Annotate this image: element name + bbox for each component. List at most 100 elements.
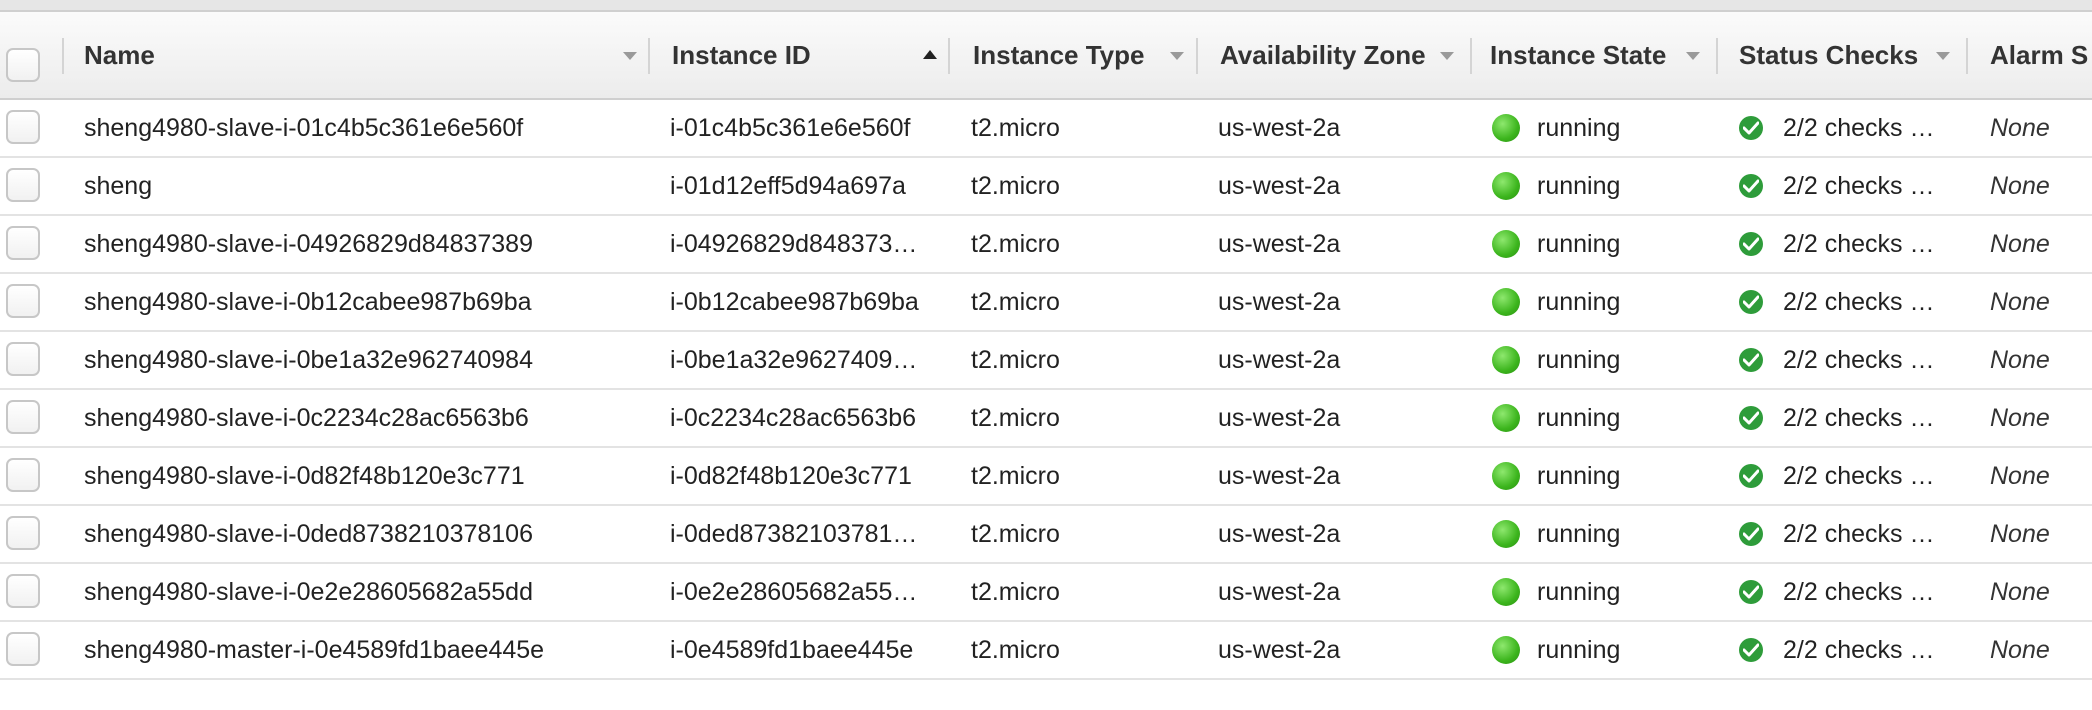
green-status-dot-icon bbox=[1492, 114, 1520, 142]
status-checks[interactable]: 2/2 checks … bbox=[1783, 216, 1958, 272]
column-separator[interactable] bbox=[1196, 38, 1198, 74]
alarm-status[interactable]: None bbox=[1990, 158, 2092, 214]
column-header-label: Instance ID bbox=[672, 39, 811, 70]
table-row[interactable]: sheng4980-slave-i-0be1a32e962740984 i-0b… bbox=[0, 332, 2092, 390]
alarm-status[interactable]: None bbox=[1990, 332, 2092, 388]
alarm-status[interactable]: None bbox=[1990, 216, 2092, 272]
column-separator[interactable] bbox=[948, 38, 950, 74]
chevron-down-icon[interactable] bbox=[1936, 52, 1950, 60]
green-status-dot-icon bbox=[1492, 578, 1520, 606]
green-status-dot-icon bbox=[1492, 172, 1520, 200]
row-select-checkbox[interactable] bbox=[6, 574, 40, 608]
column-header-instance-type[interactable]: Instance Type bbox=[973, 12, 1144, 98]
row-select-checkbox[interactable] bbox=[6, 342, 40, 376]
table-body: sheng4980-slave-i-01c4b5c361e6e560f i-01… bbox=[0, 100, 2092, 680]
column-header-instance-id[interactable]: Instance ID bbox=[672, 12, 811, 98]
row-select-checkbox[interactable] bbox=[6, 110, 40, 144]
table-row[interactable]: sheng4980-slave-i-04926829d84837389 i-04… bbox=[0, 216, 2092, 274]
status-checks[interactable]: 2/2 checks … bbox=[1783, 332, 1958, 388]
green-status-dot-icon bbox=[1492, 462, 1520, 490]
instance-id: i-0be1a32e9627409… bbox=[670, 346, 918, 374]
alarm-status[interactable]: None bbox=[1990, 448, 2092, 504]
table-row[interactable]: sheng4980-slave-i-0b12cabee987b69ba i-0b… bbox=[0, 274, 2092, 332]
status-checks[interactable]: 2/2 checks … bbox=[1783, 158, 1958, 214]
row-select-checkbox[interactable] bbox=[6, 284, 40, 318]
chevron-down-icon[interactable] bbox=[1170, 52, 1184, 60]
green-check-icon bbox=[1739, 232, 1763, 256]
instance-state: running bbox=[1537, 288, 1621, 316]
instance-state: running bbox=[1537, 636, 1621, 664]
row-select-checkbox[interactable] bbox=[6, 226, 40, 260]
alarm-status[interactable]: None bbox=[1990, 100, 2092, 156]
green-check-icon bbox=[1739, 290, 1763, 314]
column-header-label: Name bbox=[84, 39, 155, 70]
availability-zone: us-west-2a bbox=[1218, 636, 1341, 664]
select-all-checkbox[interactable] bbox=[6, 48, 40, 82]
instance-state: running bbox=[1537, 520, 1621, 548]
instance-name: sheng4980-slave-i-0ded8738210378106 bbox=[84, 520, 533, 548]
status-checks[interactable]: 2/2 checks … bbox=[1783, 564, 1958, 620]
row-select-checkbox[interactable] bbox=[6, 632, 40, 666]
table-row[interactable]: sheng4980-slave-i-0ded8738210378106 i-0d… bbox=[0, 506, 2092, 564]
column-header-instance-state[interactable]: Instance State bbox=[1490, 12, 1666, 98]
table-row[interactable]: sheng4980-slave-i-0e2e28605682a55dd i-0e… bbox=[0, 564, 2092, 622]
column-header-alarm-status[interactable]: Alarm S bbox=[1990, 12, 2092, 98]
column-header-label: Alarm S bbox=[1990, 39, 2089, 70]
column-separator[interactable] bbox=[1966, 38, 1968, 74]
green-status-dot-icon bbox=[1492, 636, 1520, 664]
alarm-status[interactable]: None bbox=[1990, 622, 2092, 678]
column-header-label: Instance State bbox=[1490, 39, 1667, 70]
column-header-name[interactable]: Name bbox=[84, 12, 155, 98]
sort-ascending-icon[interactable] bbox=[923, 50, 937, 59]
alarm-status[interactable]: None bbox=[1990, 390, 2092, 446]
instance-type: t2.micro bbox=[971, 288, 1060, 316]
instance-state: running bbox=[1537, 462, 1621, 490]
instance-type: t2.micro bbox=[971, 114, 1060, 142]
column-separator[interactable] bbox=[1470, 38, 1472, 74]
green-status-dot-icon bbox=[1492, 288, 1520, 316]
alarm-status[interactable]: None bbox=[1990, 506, 2092, 562]
column-separator[interactable] bbox=[648, 38, 650, 74]
instance-name: sheng4980-slave-i-0d82f48b120e3c771 bbox=[84, 462, 525, 490]
green-status-dot-icon bbox=[1492, 230, 1520, 258]
status-checks[interactable]: 2/2 checks … bbox=[1783, 506, 1958, 562]
table-row[interactable]: sheng4980-slave-i-01c4b5c361e6e560f i-01… bbox=[0, 100, 2092, 158]
instance-name: sheng4980-slave-i-0b12cabee987b69ba bbox=[84, 288, 532, 316]
row-select-checkbox[interactable] bbox=[6, 400, 40, 434]
instance-name: sheng4980-slave-i-04926829d84837389 bbox=[84, 230, 533, 258]
availability-zone: us-west-2a bbox=[1218, 288, 1341, 316]
row-select-checkbox[interactable] bbox=[6, 168, 40, 202]
table-row[interactable]: sheng4980-slave-i-0d82f48b120e3c771 i-0d… bbox=[0, 448, 2092, 506]
table-row[interactable]: sheng4980-master-i-0e4589fd1baee445e i-0… bbox=[0, 622, 2092, 680]
instance-name: sheng4980-master-i-0e4589fd1baee445e bbox=[84, 636, 545, 664]
row-select-checkbox[interactable] bbox=[6, 516, 40, 550]
instance-name: sheng4980-slave-i-0be1a32e962740984 bbox=[84, 346, 533, 374]
alarm-status[interactable]: None bbox=[1990, 564, 2092, 620]
status-checks[interactable]: 2/2 checks … bbox=[1783, 448, 1958, 504]
column-header-status-checks[interactable]: Status Checks bbox=[1739, 12, 1918, 98]
instance-state: running bbox=[1537, 404, 1621, 432]
status-checks[interactable]: 2/2 checks … bbox=[1783, 274, 1958, 330]
availability-zone: us-west-2a bbox=[1218, 114, 1341, 142]
availability-zone: us-west-2a bbox=[1218, 230, 1341, 258]
availability-zone: us-west-2a bbox=[1218, 520, 1341, 548]
table-row[interactable]: sheng i-01d12eff5d94a697a t2.micro us-we… bbox=[0, 158, 2092, 216]
column-separator[interactable] bbox=[1716, 38, 1718, 74]
alarm-status[interactable]: None bbox=[1990, 274, 2092, 330]
column-header-availability-zone[interactable]: Availability Zone bbox=[1220, 12, 1426, 98]
column-header-label: Instance Type bbox=[973, 39, 1145, 70]
green-check-icon bbox=[1739, 522, 1763, 546]
instance-type: t2.micro bbox=[971, 462, 1060, 490]
green-check-icon bbox=[1739, 174, 1763, 198]
table-header: Name Instance ID Instance Type Availabil… bbox=[0, 12, 2092, 100]
status-checks[interactable]: 2/2 checks … bbox=[1783, 622, 1958, 678]
status-checks[interactable]: 2/2 checks … bbox=[1783, 100, 1958, 156]
status-checks[interactable]: 2/2 checks … bbox=[1783, 390, 1958, 446]
row-select-checkbox[interactable] bbox=[6, 458, 40, 492]
table-row[interactable]: sheng4980-slave-i-0c2234c28ac6563b6 i-0c… bbox=[0, 390, 2092, 448]
instance-id: i-0ded87382103781… bbox=[670, 520, 918, 548]
chevron-down-icon[interactable] bbox=[623, 52, 637, 60]
instance-id: i-01d12eff5d94a697a bbox=[670, 172, 906, 200]
chevron-down-icon[interactable] bbox=[1686, 52, 1700, 60]
chevron-down-icon[interactable] bbox=[1440, 52, 1454, 60]
